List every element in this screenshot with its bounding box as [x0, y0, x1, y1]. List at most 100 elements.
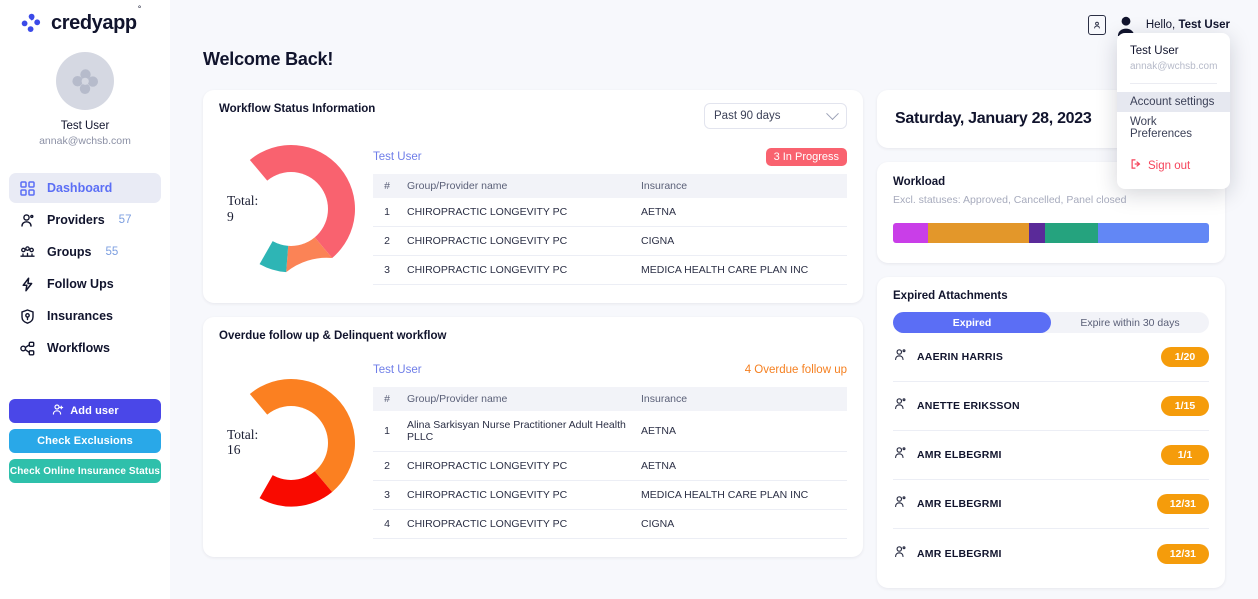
table-row[interactable]: 1 CHIROPRACTIC LONGEVITY PC AETNA: [373, 198, 847, 227]
check-exclusions-label: Check Exclusions: [37, 435, 133, 447]
sign-out-icon: [1130, 158, 1142, 173]
workflow-card-header: Workflow Status Information Past 90 days: [203, 90, 863, 129]
hello-greeting[interactable]: Hello, Test User: [1146, 19, 1230, 31]
cell-num: 1: [373, 411, 401, 452]
check-online-insurance-status-button[interactable]: Check Online Insurance Status: [9, 459, 161, 483]
sidebar-item-insurances[interactable]: Insurances: [9, 301, 161, 331]
hello-username: Test User: [1178, 19, 1230, 31]
list-item-left: AAERIN HARRIS: [893, 347, 1003, 367]
table-row[interactable]: 2 CHIROPRACTIC LONGEVITY PC CIGNA: [373, 226, 847, 256]
profile-email: annak@wchsb.com: [39, 135, 131, 147]
workload-segment-1[interactable]: [893, 223, 928, 243]
expiry-date-badge[interactable]: 1/1: [1161, 445, 1209, 465]
cell-num: 4: [373, 509, 401, 539]
brand-logo[interactable]: credyapp°: [9, 0, 161, 36]
list-item[interactable]: AMR ELBEGRMI 12/31: [893, 529, 1209, 578]
in-progress-badge[interactable]: 3 In Progress: [765, 148, 847, 166]
total-text: Total:: [227, 193, 259, 209]
menu-item-account-settings[interactable]: Account settings: [1117, 92, 1230, 112]
table-row[interactable]: 3 CHIROPRACTIC LONGEVITY PC MEDICA HEALT…: [373, 480, 847, 510]
sidebar-item-label: Follow Ups: [47, 277, 114, 291]
cell-num: 3: [373, 480, 401, 510]
list-item[interactable]: AAERIN HARRIS 1/20: [893, 333, 1209, 382]
expiry-date-badge[interactable]: 12/31: [1156, 494, 1209, 514]
cell-insurance: AETNA: [635, 198, 847, 227]
id-card-icon[interactable]: [1087, 15, 1106, 35]
cell-num: 3: [373, 255, 401, 285]
overdue-table-wrap: Test User 4 Overdue follow up # Group/Pr…: [373, 346, 847, 539]
workload-segment-4[interactable]: [1044, 223, 1099, 243]
table-row[interactable]: 4 CHIROPRACTIC LONGEVITY PC CIGNA: [373, 509, 847, 539]
total-text: Total:: [227, 426, 259, 442]
workflow-donut-chart: Total: 9: [219, 133, 367, 285]
table-row[interactable]: 1 Alina Sarkisyan Nurse Practitioner Adu…: [373, 411, 847, 452]
workload-stacked-bar: [893, 223, 1209, 243]
person-icon: [19, 212, 36, 229]
add-user-label: Add user: [70, 405, 119, 417]
overdue-count-link[interactable]: 4 Overdue follow up: [745, 364, 847, 376]
workflow-table: # Group/Provider name Insurance 1 CHIROP…: [373, 174, 847, 285]
total-value: 16: [227, 442, 241, 458]
menu-item-work-preferences[interactable]: Work Preferences: [1117, 112, 1230, 144]
sidebar: credyapp° Test User annak@wchsb.com Dash…: [0, 0, 170, 599]
date-range-select[interactable]: Past 90 days: [704, 103, 847, 129]
table-row[interactable]: 3 CHIROPRACTIC LONGEVITY PC MEDICA HEALT…: [373, 255, 847, 285]
column-header-num: #: [373, 387, 401, 411]
column-header-insurance: Insurance: [635, 174, 847, 198]
sidebar-item-count: 57: [118, 214, 132, 226]
person-icon: [893, 445, 908, 465]
cell-insurance: CIGNA: [635, 226, 847, 256]
add-user-button[interactable]: Add user: [9, 399, 161, 423]
menu-item-sign-out[interactable]: Sign out: [1117, 154, 1230, 177]
list-item[interactable]: AMR ELBEGRMI 12/31: [893, 480, 1209, 529]
sidebar-item-label: Providers: [47, 213, 105, 227]
expiry-date-badge[interactable]: 1/15: [1161, 396, 1209, 416]
tab-expire-within-30-days[interactable]: Expire within 30 days: [1051, 312, 1209, 333]
list-item[interactable]: ANETTE ERIKSSON 1/15: [893, 382, 1209, 431]
workflow-table-top: Test User 3 In Progress: [373, 147, 847, 167]
sidebar-item-workflows[interactable]: Workflows: [9, 333, 161, 363]
expiry-date-badge[interactable]: 12/31: [1156, 543, 1209, 564]
person-icon: [893, 544, 908, 564]
sign-out-label: Sign out: [1148, 159, 1191, 172]
workflow-card-body: Total: 9 Test User 3 In Progress # Group…: [203, 129, 863, 303]
expiry-date-badge[interactable]: 1/20: [1161, 347, 1209, 367]
expired-toggle: Expired Expire within 30 days: [893, 312, 1209, 333]
cell-num: 2: [373, 226, 401, 256]
expired-attachments-title: Expired Attachments: [893, 290, 1008, 302]
list-item-name: AMR ELBEGRMI: [917, 498, 1002, 510]
workload-subtitle: Excl. statuses: Approved, Cancelled, Pan…: [893, 194, 1127, 206]
dropdown-separator: [1130, 83, 1217, 84]
sidebar-item-providers[interactable]: Providers 57: [9, 205, 161, 235]
group-icon: [19, 244, 36, 261]
list-item[interactable]: AMR ELBEGRMI 1/1: [893, 431, 1209, 480]
sidebar-item-label: Insurances: [47, 309, 114, 323]
column-header-num: #: [373, 174, 401, 198]
cell-insurance: MEDICA HEALTH CARE PLAN INC: [635, 255, 847, 285]
overdue-followup-card: Overdue follow up & Delinquent workflow: [203, 317, 863, 557]
sidebar-actions: Add user Check Exclusions Check Online I…: [9, 399, 161, 483]
workflow-user-link[interactable]: Test User: [373, 151, 422, 163]
list-item-left: ANETTE ERIKSSON: [893, 396, 1020, 416]
check-exclusions-button[interactable]: Check Exclusions: [9, 429, 161, 453]
table-row[interactable]: 2 CHIROPRACTIC LONGEVITY PC AETNA: [373, 451, 847, 481]
sidebar-item-dashboard[interactable]: Dashboard: [9, 173, 161, 203]
cell-name: CHIROPRACTIC LONGEVITY PC: [401, 509, 635, 539]
overdue-user-link[interactable]: Test User: [373, 364, 422, 376]
sidebar-item-follow-ups[interactable]: Follow Ups: [9, 269, 161, 299]
table-header-row: # Group/Provider name Insurance: [373, 387, 847, 411]
cell-name: CHIROPRACTIC LONGEVITY PC: [401, 226, 635, 256]
overdue-card-body: Total: 16 Test User 4 Overdue follow up: [203, 342, 863, 557]
workload-segment-2[interactable]: [927, 223, 1029, 243]
workload-segment-5[interactable]: [1098, 223, 1209, 243]
workload-segment-3[interactable]: [1028, 223, 1045, 243]
column-header-insurance: Insurance: [635, 387, 847, 411]
sidebar-item-groups[interactable]: Groups 55: [9, 237, 161, 267]
person-icon: [893, 396, 908, 416]
date-range-value: Past 90 days: [714, 110, 781, 122]
cell-name: CHIROPRACTIC LONGEVITY PC: [401, 255, 635, 285]
workflow-status-card: Workflow Status Information Past 90 days: [203, 90, 863, 303]
overdue-table: # Group/Provider name Insurance 1 Alina …: [373, 387, 847, 539]
total-value: 9: [227, 209, 234, 224]
tab-expired[interactable]: Expired: [893, 312, 1051, 333]
